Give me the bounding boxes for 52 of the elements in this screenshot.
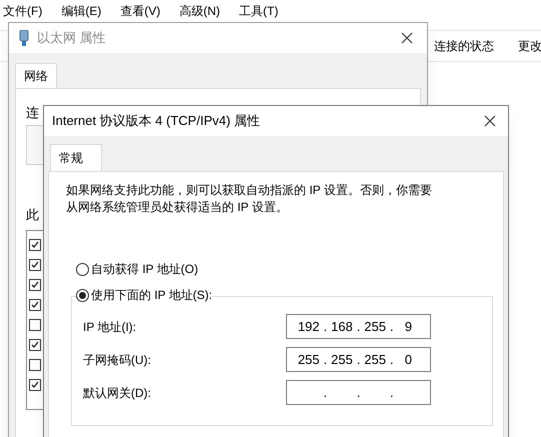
field-label: 默认网关(D): xyxy=(83,384,152,402)
checkbox[interactable] xyxy=(29,359,41,371)
checkbox[interactable] xyxy=(29,379,41,391)
tab[interactable]: 网络 xyxy=(15,63,57,88)
ip-address-field[interactable]: . . . xyxy=(286,380,431,405)
check-icon xyxy=(31,281,39,289)
window-title: 以太网 属性 xyxy=(37,29,106,48)
dot-separator: . xyxy=(322,318,328,336)
ip-address-field[interactable]: 255 . 255 . 255 . 0 xyxy=(286,347,431,372)
dot-separator: . xyxy=(322,350,328,369)
check-icon xyxy=(31,261,39,269)
radio-option[interactable]: 自动获得 IP 地址(O) xyxy=(76,260,198,278)
dot-separator: . xyxy=(356,384,362,402)
octet-value: 192 xyxy=(298,318,320,334)
check-icon xyxy=(31,381,39,389)
checkbox[interactable] xyxy=(29,239,41,251)
field-label: IP 地址(I): xyxy=(83,318,138,336)
check-icon xyxy=(31,301,39,309)
close-icon[interactable] xyxy=(401,32,413,44)
dot-separator: . xyxy=(356,350,362,369)
octet-value: 255 xyxy=(364,318,386,334)
checkbox[interactable] xyxy=(29,319,41,331)
checkbox[interactable] xyxy=(29,279,41,291)
toolbar-item[interactable]: 连接的状态 xyxy=(434,37,494,55)
tab[interactable]: 常规 xyxy=(50,144,102,171)
dot-separator: . xyxy=(322,384,328,402)
radio-button[interactable] xyxy=(76,288,89,302)
field-label: 子网掩码(U): xyxy=(83,352,152,368)
close-icon[interactable] xyxy=(484,115,496,127)
radio-option[interactable]: 使用下面的 IP 地址(S): xyxy=(76,286,212,304)
check-icon xyxy=(31,241,39,249)
checkbox[interactable] xyxy=(29,259,41,271)
check-icon xyxy=(31,341,39,349)
checkbox[interactable] xyxy=(29,339,41,351)
dot-separator: . xyxy=(356,318,362,336)
octet-value: 255 xyxy=(331,352,353,367)
description-text: 如果网络支持此功能，则可以获取自动指派的 IP 设置。否则，你需要从网络系统管理员处获得适当的 IP 设置。 xyxy=(66,182,433,216)
network-adapter-icon xyxy=(19,30,29,46)
octet-value: 255 xyxy=(364,352,386,367)
octet-value: 9 xyxy=(404,318,412,334)
octet-value: 0 xyxy=(404,352,412,367)
checkbox[interactable] xyxy=(29,299,41,311)
section-label: 连 xyxy=(26,104,39,122)
octet-value: 255 xyxy=(298,352,320,367)
dot-separator: . xyxy=(388,384,395,402)
ip-address-field[interactable]: 192 . 168 . 255 . 9 xyxy=(286,314,431,339)
dot-separator: . xyxy=(388,350,395,369)
octet-value: 168 xyxy=(331,318,353,334)
dot-separator: . xyxy=(388,318,395,336)
radio-button[interactable] xyxy=(76,262,89,276)
window-title: Internet 协议版本 4 (TCP/IPv4) 属性 xyxy=(52,112,260,130)
section-label: 此 xyxy=(26,206,39,224)
